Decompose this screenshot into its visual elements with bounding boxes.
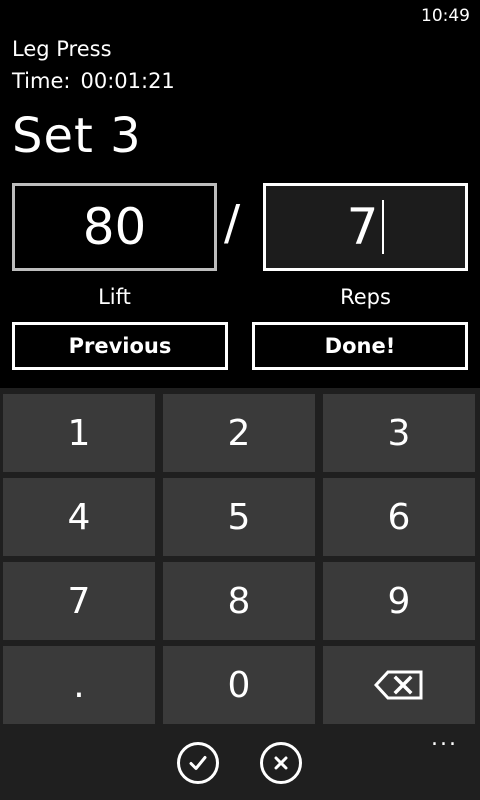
text-caret [382, 200, 385, 254]
key-5[interactable]: 5 [163, 478, 315, 556]
key-2[interactable]: 2 [163, 394, 315, 472]
timer-row: Time: 00:01:21 [12, 69, 175, 93]
key-3[interactable]: 3 [323, 394, 475, 472]
done-button[interactable]: Done! [252, 322, 468, 370]
close-icon [274, 756, 288, 770]
key-decimal[interactable]: . [3, 646, 155, 724]
previous-button[interactable]: Previous [12, 322, 228, 370]
lift-label: Lift [98, 285, 131, 309]
key-9[interactable]: 9 [323, 562, 475, 640]
timer-label: Time: [12, 69, 71, 93]
lift-value: 80 [82, 198, 147, 256]
key-backspace[interactable] [323, 646, 475, 724]
reps-value: 7 [346, 198, 379, 256]
cancel-button[interactable] [260, 742, 302, 784]
key-8[interactable]: 8 [163, 562, 315, 640]
key-4[interactable]: 4 [3, 478, 155, 556]
lift-input[interactable]: 80 [12, 183, 217, 271]
numeric-keypad: 1 2 3 4 5 6 7 8 9 . 0 [0, 388, 480, 800]
confirm-button[interactable] [177, 742, 219, 784]
backspace-icon [374, 670, 423, 700]
key-0[interactable]: 0 [163, 646, 315, 724]
status-time: 10:49 [421, 6, 470, 26]
key-6[interactable]: 6 [323, 478, 475, 556]
more-options-button[interactable]: ... [431, 726, 458, 751]
set-title: Set 3 [12, 108, 142, 164]
reps-input[interactable]: 7 [263, 183, 468, 271]
separator-slash: / [224, 195, 241, 251]
reps-label: Reps [340, 285, 391, 309]
key-1[interactable]: 1 [3, 394, 155, 472]
checkmark-icon [189, 756, 207, 770]
key-7[interactable]: 7 [3, 562, 155, 640]
timer-value: 00:01:21 [80, 69, 175, 93]
exercise-title: Leg Press [12, 37, 112, 61]
